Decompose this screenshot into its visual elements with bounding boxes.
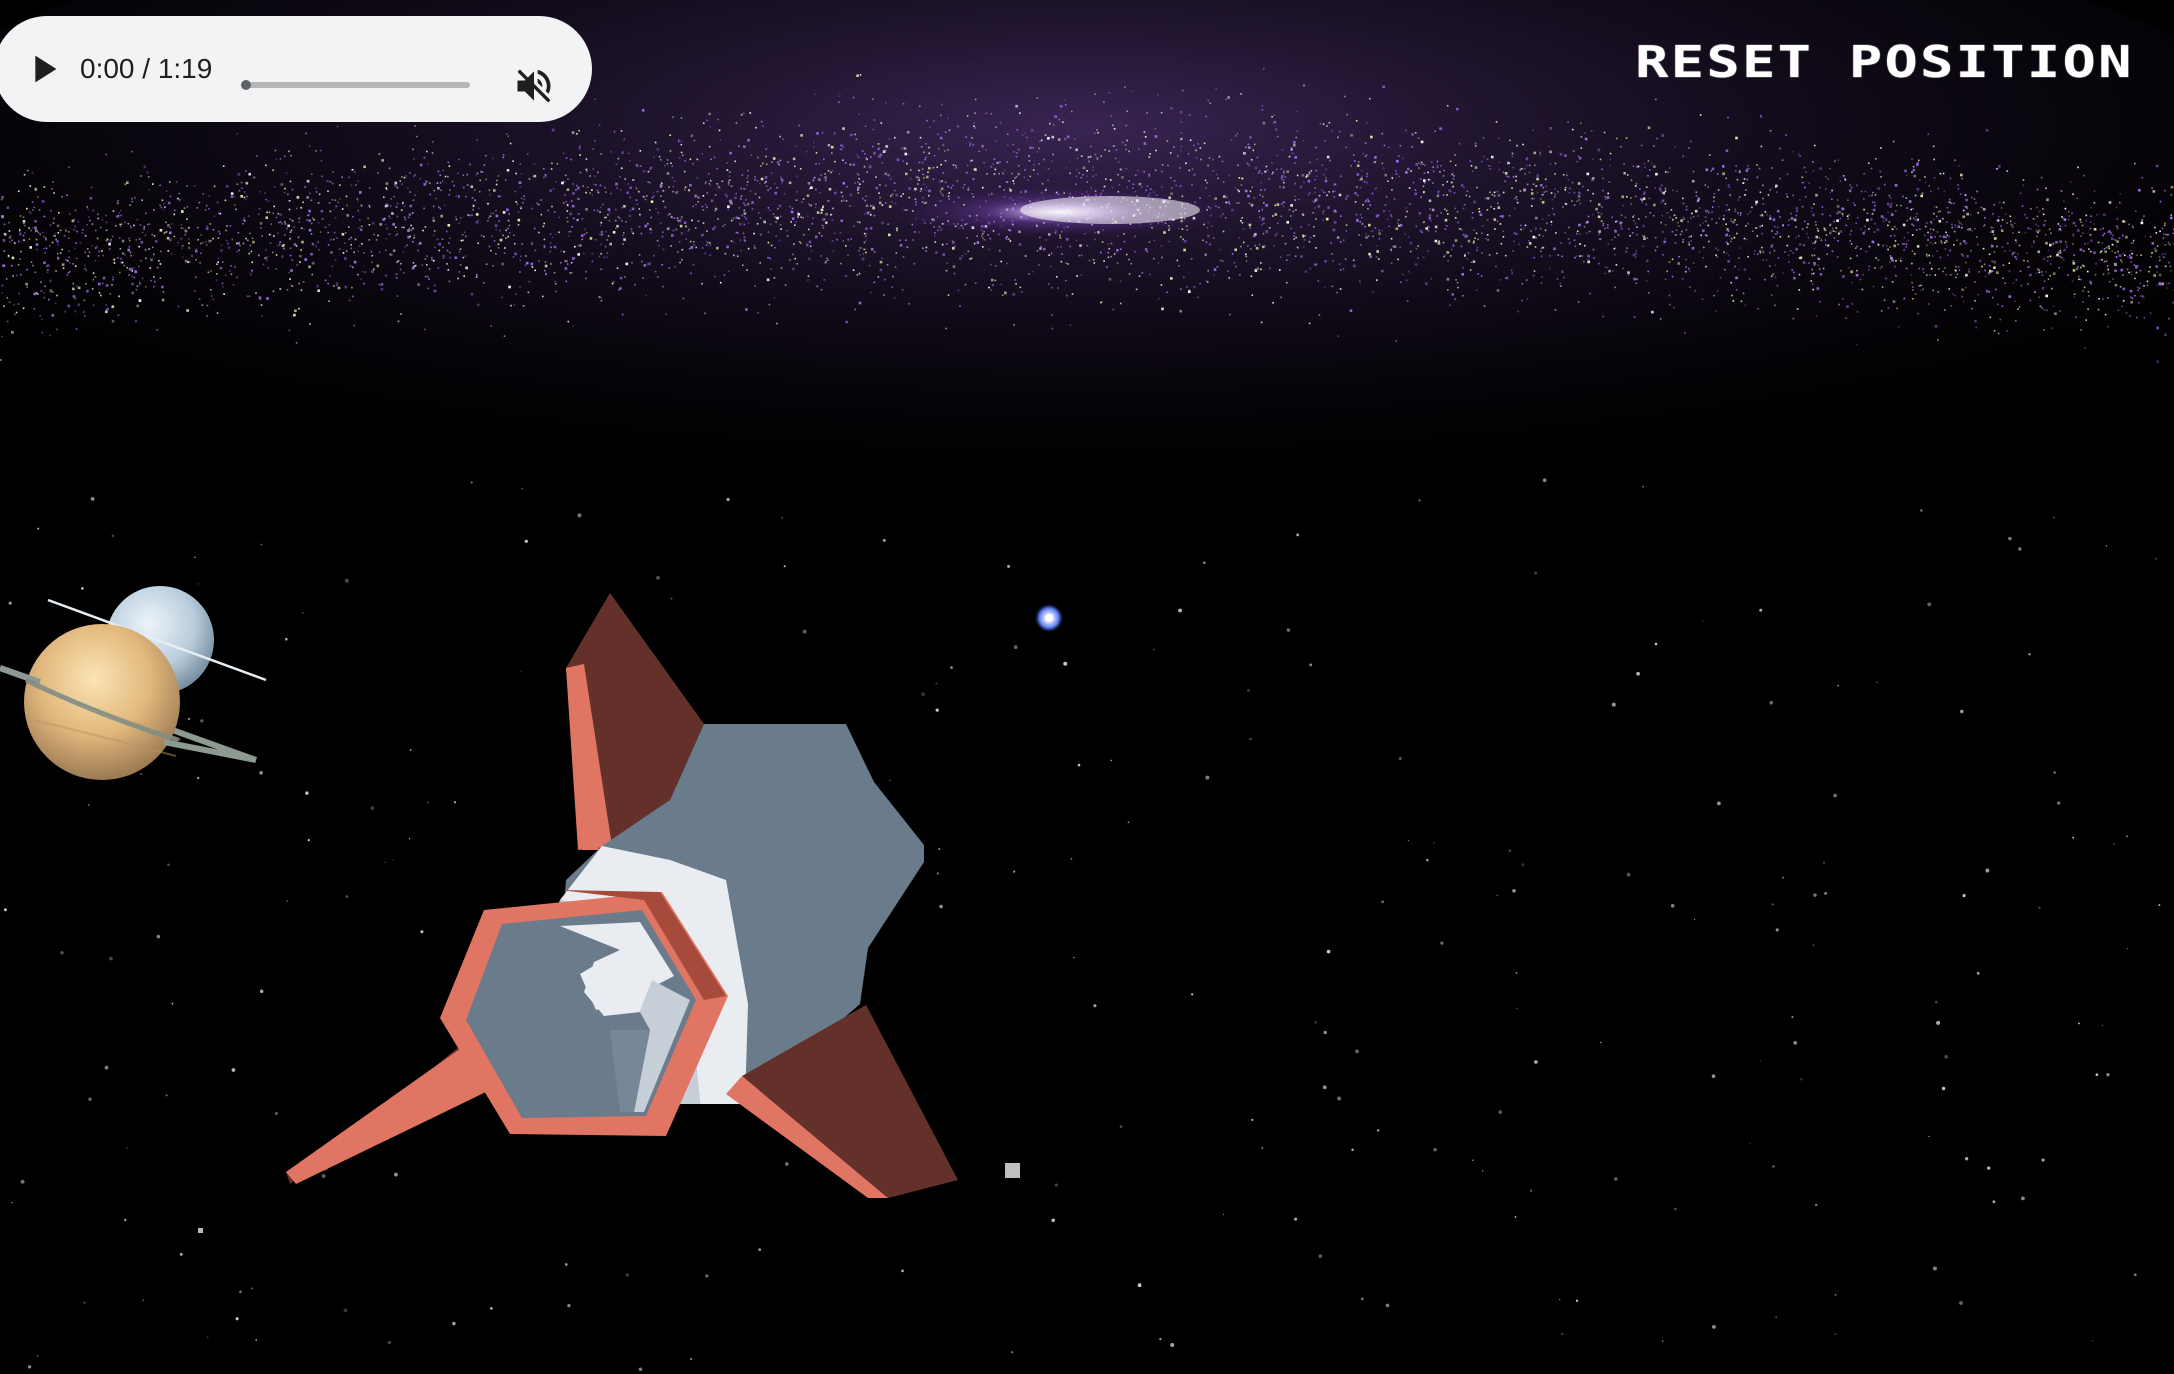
play-icon xyxy=(35,55,57,83)
time-display: 0:00 / 1:19 xyxy=(80,53,213,84)
background-stars xyxy=(3,478,2161,1371)
progress-thumb[interactable] xyxy=(241,80,251,90)
space-scene[interactable] xyxy=(0,0,2174,1374)
mute-button[interactable] xyxy=(512,64,556,108)
debris-cube xyxy=(1005,1163,1020,1178)
reset-position-button[interactable]: RESET POSITION xyxy=(1635,36,2134,90)
play-button[interactable] xyxy=(20,46,66,92)
volume-off-icon xyxy=(517,69,551,103)
debris-speck xyxy=(198,1228,203,1233)
blue-star xyxy=(1035,604,1063,632)
saturn-planet xyxy=(0,624,258,780)
rocket xyxy=(286,593,958,1198)
audio-player[interactable]: 0:00 / 1:19 xyxy=(0,16,592,122)
progress-slider[interactable] xyxy=(241,80,470,90)
